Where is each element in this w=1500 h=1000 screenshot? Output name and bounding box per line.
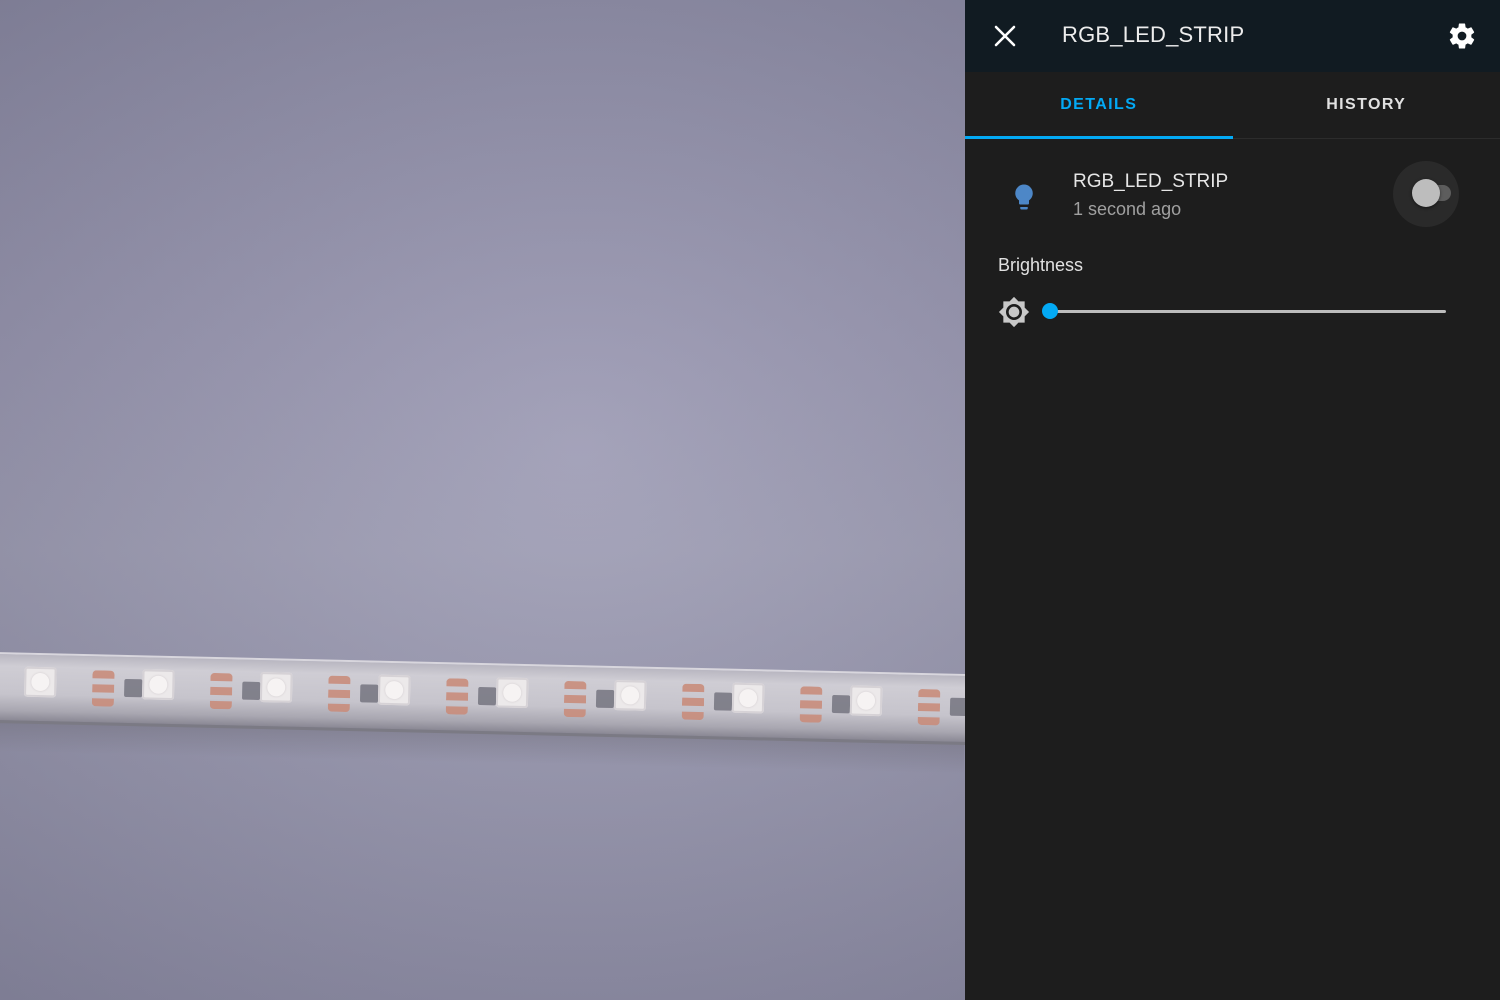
brightness-label: Brightness: [998, 255, 1084, 275]
brightness-icon: [998, 296, 1030, 328]
ic-chip: [477, 686, 497, 706]
led-chip: [849, 685, 883, 717]
ic-chip: [124, 678, 143, 698]
solder-pads: [563, 680, 587, 718]
solder-pads: [681, 683, 705, 721]
ic-chip: [713, 692, 733, 711]
led-chip: [613, 680, 647, 711]
tab-history[interactable]: HISTORY: [1233, 72, 1500, 138]
solder-pads: [917, 688, 941, 726]
background-photo: [0, 0, 965, 1000]
slider-thumb[interactable]: [1042, 303, 1058, 319]
led-chip: [377, 674, 411, 706]
entity-row: RGB_LED_STRIP 1 second ago: [965, 139, 1500, 249]
panel-header: RGB_LED_STRIP: [965, 0, 1500, 72]
ic-chip: [595, 689, 615, 709]
ic-chip: [359, 684, 379, 703]
settings-button[interactable]: [1444, 18, 1480, 54]
solder-pads: [91, 670, 115, 707]
entity-name[interactable]: RGB_LED_STRIP: [1073, 171, 1228, 193]
slider-track[interactable]: [1050, 310, 1446, 313]
power-toggle[interactable]: [1393, 161, 1459, 227]
led-chip: [141, 669, 175, 701]
brightness-slider[interactable]: [1042, 294, 1446, 330]
panel-title: RGB_LED_STRIP: [1062, 22, 1245, 47]
solder-pads: [445, 678, 469, 715]
brightness-control: [998, 294, 1468, 330]
tab-details[interactable]: DETAILS: [965, 72, 1233, 139]
toggle-thumb[interactable]: [1412, 179, 1440, 207]
led-chip: [259, 672, 293, 703]
led-chip: [731, 682, 765, 714]
ic-chip: [241, 681, 261, 701]
entity-last-changed: 1 second ago: [1073, 199, 1182, 219]
close-icon: [994, 25, 1016, 47]
led-chip: [495, 677, 529, 709]
solder-pads: [799, 686, 823, 723]
lightbulb-icon: [1015, 184, 1033, 210]
gear-icon: [1449, 23, 1475, 49]
solder-pads: [327, 675, 351, 713]
led-chip: [23, 666, 57, 698]
tab-bar: DETAILS HISTORY: [965, 72, 1500, 139]
ic-chip: [831, 695, 851, 714]
more-info-panel: RGB_LED_STRIP DETAILS HISTORY RGB_LED_ST…: [965, 0, 1500, 1000]
photo-vignette: [0, 0, 965, 1000]
close-button[interactable]: [987, 18, 1023, 54]
ic-chip: [949, 697, 965, 717]
solder-pads: [209, 672, 233, 710]
